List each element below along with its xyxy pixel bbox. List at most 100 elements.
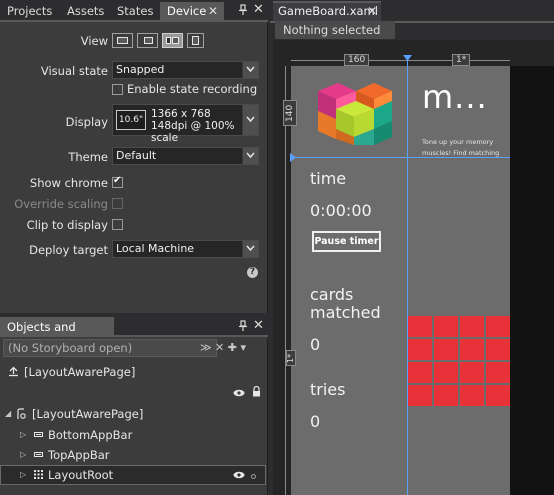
card-tile[interactable] <box>486 316 510 337</box>
card-tile[interactable] <box>408 316 432 337</box>
document-tab-gameboard[interactable]: GameBoard.xaml ✕ <box>273 1 381 21</box>
storyboard-actions-icon[interactable]: ≫ ✕ ✚ ▾ <box>200 341 246 354</box>
pin-icon[interactable] <box>238 320 248 332</box>
portrait-icon <box>192 36 199 45</box>
app-subtitle: Tone up your memory muscles! Find matchi… <box>422 138 500 157</box>
tree-item-label: LayoutRoot <box>48 468 114 482</box>
document-tab-label: GameBoard.xaml <box>278 4 378 18</box>
card-tile[interactable] <box>408 362 432 383</box>
column-1-width-label[interactable]: 160 <box>344 54 370 66</box>
close-icon[interactable]: ✕ <box>208 2 218 21</box>
deploy-target-combobox[interactable]: Local Machine <box>112 240 259 258</box>
theme-value: Default <box>116 149 157 162</box>
card-tile[interactable] <box>460 316 484 337</box>
tab-device-label: Device <box>167 4 207 18</box>
pause-timer-button[interactable]: Pause timer <box>312 231 381 252</box>
visual-state-combobox[interactable]: Snapped <box>112 61 259 79</box>
collapsed-arrow-icon[interactable]: ▷ <box>20 465 26 485</box>
lock-icon[interactable] <box>252 386 261 397</box>
clip-to-display-checkbox[interactable] <box>112 219 123 230</box>
row-1-height-label[interactable]: 140 <box>283 100 297 126</box>
clip-to-display-label-wrap: Clip to display <box>0 218 108 232</box>
tries-value: 0 <box>310 412 321 431</box>
chevron-down-icon[interactable] <box>242 62 258 78</box>
view-landscape-filled-button[interactable] <box>137 33 158 48</box>
card-tile[interactable] <box>486 385 510 406</box>
device-panel: Projects Assets States Device ✕ ✕ View V… <box>0 0 268 313</box>
view-landscape-snapped-button[interactable] <box>162 33 183 48</box>
view-label-wrap: View <box>0 34 108 48</box>
tree-item-page-scope[interactable]: [LayoutAwarePage] <box>0 362 266 382</box>
card-tile[interactable] <box>486 339 510 360</box>
row-ruler-line <box>285 66 286 495</box>
tree-item-bottomappbar[interactable]: ▷ BottomAppBar <box>0 425 266 445</box>
app-title: m... <box>422 78 488 116</box>
chevron-down-icon[interactable] <box>242 241 258 257</box>
card-tile[interactable] <box>460 385 484 406</box>
selection-status: Nothing selected <box>275 21 395 39</box>
tree-item-label: TopAppBar <box>48 448 110 462</box>
card-grid <box>408 316 510 408</box>
cards-label-line1: cards <box>310 285 354 304</box>
pin-icon[interactable] <box>238 4 248 16</box>
card-tile[interactable] <box>434 362 458 383</box>
card-tile[interactable] <box>434 339 458 360</box>
view-landscape-full-button[interactable] <box>112 33 133 48</box>
card-tile[interactable] <box>460 339 484 360</box>
landscape-snapped-icon <box>166 37 171 44</box>
card-tile[interactable] <box>486 362 510 383</box>
chevron-down-icon[interactable] <box>242 105 258 135</box>
collapsed-arrow-icon[interactable]: ▷ <box>20 445 26 465</box>
enable-state-recording-checkbox[interactable] <box>112 84 123 95</box>
deploy-target-label: Deploy target <box>29 243 108 257</box>
override-scaling-checkbox <box>112 198 123 209</box>
close-panel-icon[interactable]: ✕ <box>253 2 264 17</box>
close-icon[interactable]: ✕ <box>367 3 377 20</box>
up-arrow-icon[interactable] <box>8 366 19 377</box>
card-tile[interactable] <box>434 385 458 406</box>
storyboard-picker[interactable]: (No Storyboard open) <box>3 339 217 357</box>
collapsed-arrow-icon[interactable]: ▷ <box>20 425 26 445</box>
column-2-width-label[interactable]: 1* <box>452 54 471 66</box>
help-icon[interactable]: ? <box>247 267 258 278</box>
eye-icon[interactable] <box>233 389 245 397</box>
theme-label: Theme <box>68 150 108 164</box>
eye-icon[interactable] <box>233 471 245 479</box>
expanded-arrow-icon[interactable]: ◢ <box>5 404 11 424</box>
tries-label: tries <box>310 380 346 399</box>
visual-state-value: Snapped <box>116 63 165 76</box>
tree-item-topappbar[interactable]: ▷ TopAppBar <box>0 445 266 465</box>
deploy-target-label-wrap: Deploy target <box>0 243 108 257</box>
lock-toggle-icon[interactable] <box>251 474 256 479</box>
landscape-filled-icon <box>144 37 153 44</box>
chevron-down-icon[interactable] <box>242 148 258 164</box>
view-portrait-button[interactable] <box>187 33 204 48</box>
panel-tab-bar: Projects Assets States Device ✕ ✕ <box>0 0 268 22</box>
grid-icon <box>34 470 43 479</box>
close-panel-icon[interactable]: ✕ <box>253 318 264 333</box>
tab-device[interactable]: Device ✕ <box>160 2 224 22</box>
visual-state-label: Visual state <box>40 64 108 78</box>
enable-state-recording-label: Enable state recording <box>127 82 258 96</box>
tab-assets[interactable]: Assets <box>60 2 108 22</box>
objects-and-timeline-panel: Objects and Timeline ✕ (No Storyboard op… <box>0 317 268 495</box>
row-2-height-label[interactable]: 1* <box>286 350 296 366</box>
show-chrome-label-wrap: Show chrome <box>0 176 108 190</box>
display-combobox[interactable]: 10.6" 1366 x 768 148dpi @ 100% scale <box>112 104 259 144</box>
display-size: 10.6" <box>118 115 144 125</box>
card-tile[interactable] <box>408 339 432 360</box>
card-tile[interactable] <box>434 316 458 337</box>
card-tile[interactable] <box>408 385 432 406</box>
tab-projects[interactable]: Projects <box>0 2 58 22</box>
tree-item-layoutawarepage[interactable]: ◢ [LayoutAwarePage] <box>0 404 266 424</box>
card-tile[interactable] <box>460 362 484 383</box>
show-chrome-checkbox[interactable] <box>112 175 123 188</box>
app-logo <box>318 83 392 145</box>
theme-combobox[interactable]: Default <box>112 147 259 165</box>
tab-states[interactable]: States <box>110 2 160 22</box>
cards-label-line2: matched <box>310 303 381 322</box>
objects-and-timeline-title[interactable]: Objects and Timeline <box>0 317 114 354</box>
display-label: Display <box>65 115 108 129</box>
objects-panel-header: Objects and Timeline ✕ <box>0 317 268 354</box>
tree-item-layoutroot[interactable]: ▷ LayoutRoot <box>0 465 266 485</box>
